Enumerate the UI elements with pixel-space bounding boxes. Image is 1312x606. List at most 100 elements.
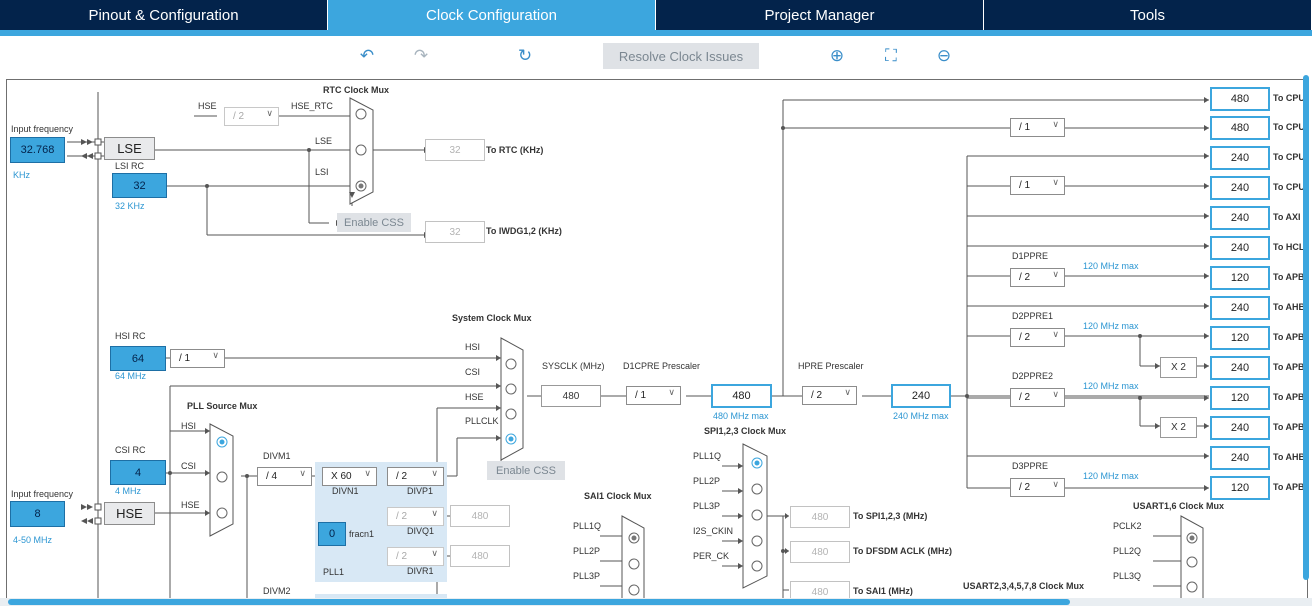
output-value-6[interactable]: 120	[1210, 266, 1270, 290]
spi-in-i2s-ckin: I2S_CKIN	[693, 526, 734, 536]
fracn1-label: fracn1	[349, 529, 375, 539]
divr1-select[interactable]: / 2 ∨	[387, 547, 444, 566]
d1cpre-select[interactable]: / 1 ∨	[626, 386, 681, 405]
output-value-5[interactable]: 240	[1210, 236, 1270, 260]
redo-icon[interactable]: ↷	[411, 46, 431, 66]
usart16-in-pll2q: PLL2Q	[1113, 546, 1142, 556]
divn1-label: DIVN1	[332, 486, 359, 496]
lsi-value[interactable]: 32	[112, 173, 167, 198]
hclk-value[interactable]: 240	[891, 384, 951, 408]
divm1-select[interactable]: / 4 ∨	[257, 467, 312, 486]
right-divider-2[interactable]: / 1 ∨	[1010, 176, 1065, 195]
output-value-11[interactable]: 240	[1210, 416, 1270, 440]
output-label-1: To CPU	[1273, 122, 1305, 132]
output-value-2[interactable]: 240	[1210, 146, 1270, 170]
sai1-output-label: To SAI1 (MHz)	[853, 586, 913, 596]
spi123-output-label: To SPI1,2,3 (MHz)	[853, 511, 928, 521]
cpu-clock-value[interactable]: 480	[711, 384, 772, 408]
fracn1-field[interactable]: 0	[318, 522, 346, 546]
spi-in-pll3p: PLL3P	[693, 501, 721, 511]
d2ppre1-select[interactable]: / 2 ∨	[1010, 328, 1065, 347]
rtc-hse-divider[interactable]: / 2 ∨	[224, 107, 279, 126]
divp1-select[interactable]: / 2 ∨	[387, 467, 444, 486]
pll-source-mux-title: PLL Source Mux	[187, 401, 258, 411]
rtc-enable-css-button[interactable]: Enable CSS	[337, 213, 411, 232]
sysmux-enable-css-button[interactable]: Enable CSS	[487, 461, 565, 480]
hsi-unit: 64 MHz	[115, 371, 147, 381]
output-value-7[interactable]: 240	[1210, 296, 1270, 320]
vertical-scrollbar[interactable]	[1303, 75, 1309, 580]
sai1-clock-mux-title: SAI1 Clock Mux	[584, 491, 652, 501]
lse-oscillator[interactable]: LSE	[104, 137, 155, 160]
output-label-3: To CPU	[1273, 182, 1305, 192]
d3ppre-select[interactable]: / 2 ∨	[1010, 478, 1065, 497]
output-value-1[interactable]: 480	[1210, 116, 1270, 140]
right-divider-1[interactable]: / 1 ∨	[1010, 118, 1065, 137]
rtc-lse-label: LSE	[315, 136, 333, 146]
iwdg-output-value: 32	[425, 221, 485, 243]
d2ppre2-select[interactable]: / 2 ∨	[1010, 388, 1065, 407]
rtc-hse-label: HSE	[198, 101, 217, 111]
refresh-icon[interactable]: ↻	[515, 46, 535, 66]
tab-clock-configuration[interactable]: Clock Configuration	[328, 0, 656, 30]
spi-in-pll1q: PLL1Q	[693, 451, 722, 461]
zoom-in-icon[interactable]: ⊕	[827, 46, 847, 66]
d1ppre-label: D1PPRE	[1012, 251, 1049, 261]
zoom-out-icon[interactable]: ⊖	[934, 46, 954, 66]
tab-tools[interactable]: Tools	[984, 0, 1312, 30]
output-label-8: To APB	[1273, 332, 1305, 342]
output-value-4[interactable]: 240	[1210, 206, 1270, 230]
hclk-max: 240 MHz max	[893, 411, 949, 421]
d3ppre-label: D3PPRE	[1012, 461, 1049, 471]
divn1-select[interactable]: X 60 ∨	[322, 467, 377, 486]
output-label-13: To APB	[1273, 482, 1305, 492]
d3ppre-max: 120 MHz max	[1083, 471, 1139, 481]
resolve-clock-issues-button[interactable]: Resolve Clock Issues	[603, 43, 759, 69]
lsi-unit: 32 KHz	[115, 201, 145, 211]
main-tabs: Pinout & Configuration Clock Configurati…	[0, 0, 1312, 30]
divq1-select[interactable]: / 2 ∨	[387, 507, 444, 526]
output-label-11: To APB	[1273, 422, 1305, 432]
output-value-3[interactable]: 240	[1210, 176, 1270, 200]
usart16-clock-mux-title: USART1,6 Clock Mux	[1133, 501, 1225, 511]
sai1-in-pll1q: PLL1Q	[573, 521, 602, 531]
lse-input-frequency-field[interactable]: 32.768	[10, 137, 65, 163]
output-label-5: To HCL	[1273, 242, 1305, 252]
d1cpre-label: D1CPRE Prescaler	[623, 361, 701, 371]
output-value-9[interactable]: 240	[1210, 356, 1270, 380]
sai1-in-pll2p: PLL2P	[573, 546, 601, 556]
hsi-rc-title: HSI RC	[115, 331, 146, 341]
hse-oscillator[interactable]: HSE	[104, 502, 155, 525]
d2ppre1-multiplier: X 2	[1160, 357, 1197, 378]
dfsdm-output-label: To DFSDM ACLK (MHz)	[853, 546, 952, 556]
hsi-divider[interactable]: / 1 ∨	[170, 349, 225, 368]
fit-screen-icon[interactable]: ⛶	[881, 46, 901, 66]
output-value-0[interactable]: 480	[1210, 87, 1270, 111]
output-value-10[interactable]: 120	[1210, 386, 1270, 410]
hse-range: 4-50 MHz	[13, 535, 53, 545]
pll-src-csi-label: CSI	[181, 461, 197, 471]
horizontal-scrollbar[interactable]	[8, 599, 1070, 605]
output-label-6: To APB	[1273, 272, 1305, 282]
csi-value[interactable]: 4	[110, 460, 166, 485]
d2ppre1-max: 120 MHz max	[1083, 321, 1139, 331]
tab-pinout[interactable]: Pinout & Configuration	[0, 0, 328, 30]
spi123-clock-mux-title: SPI1,2,3 Clock Mux	[704, 426, 787, 436]
toolbar: ↶ ↷ ↻ Resolve Clock Issues ⊕ ⛶ ⊖	[0, 36, 1312, 76]
hsi-value[interactable]: 64	[110, 346, 166, 371]
usart16-in-pclk2: PCLK2	[1113, 521, 1142, 531]
undo-icon[interactable]: ↶	[357, 46, 377, 66]
tab-project-manager[interactable]: Project Manager	[656, 0, 984, 30]
sysclk-value[interactable]: 480	[541, 385, 601, 407]
d2ppre2-multiplier: X 2	[1160, 417, 1197, 438]
divr1-label: DIVR1	[407, 566, 434, 576]
lsi-rc-title: LSI RC	[115, 161, 145, 171]
output-label-2: To CPU	[1273, 152, 1305, 162]
output-value-8[interactable]: 120	[1210, 326, 1270, 350]
system-clock-mux-title: System Clock Mux	[452, 313, 532, 323]
hpre-select[interactable]: / 2 ∨	[802, 386, 857, 405]
output-value-12[interactable]: 240	[1210, 446, 1270, 470]
output-value-13[interactable]: 120	[1210, 476, 1270, 500]
d1ppre-select[interactable]: / 2 ∨	[1010, 268, 1065, 287]
hse-input-frequency-field[interactable]: 8	[10, 501, 65, 527]
